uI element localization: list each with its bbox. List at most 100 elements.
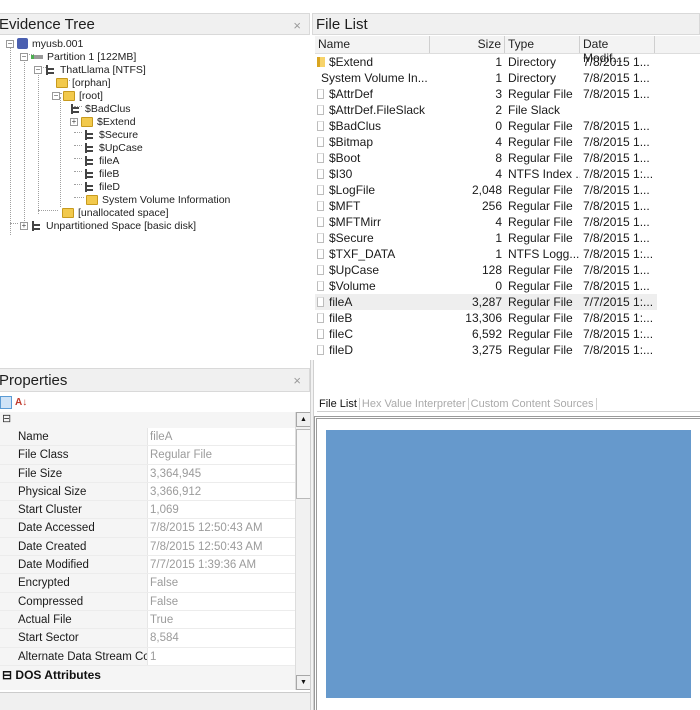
tree-node[interactable]: + $Extend: [70, 115, 136, 128]
tree-node[interactable]: [unallocated space]: [62, 206, 168, 219]
property-row[interactable]: Physical Size 3,366,912: [0, 482, 296, 502]
file-list-row[interactable]: $Extend 1 Directory 7/8/2015 1...: [315, 54, 700, 70]
folder-icon: [63, 90, 75, 101]
property-row[interactable]: File Class Regular File: [0, 446, 296, 465]
close-icon[interactable]: ×: [293, 18, 301, 33]
column-header-type[interactable]: Type: [505, 36, 580, 53]
file-size-cell: 0: [495, 279, 502, 293]
property-key: Physical Size: [0, 482, 148, 501]
property-row[interactable]: Actual File True: [0, 610, 296, 630]
file-list-row[interactable]: $TXF_DATA 1 NTFS Logg... 7/8/2015 1:...: [315, 246, 700, 262]
file-list-row[interactable]: fileA 3,287 Regular File 7/7/2015 1:...: [315, 294, 657, 310]
dos-expander-icon[interactable]: ⊟: [2, 668, 12, 682]
property-value: 7/8/2015 12:50:43 AM: [148, 519, 296, 537]
tree-node-label: System Volume Information: [102, 193, 231, 206]
file-name: $Secure: [329, 231, 374, 245]
tree-node[interactable]: $Secure: [84, 128, 138, 141]
close-icon[interactable]: ×: [293, 373, 301, 388]
file-list-row[interactable]: $AttrDef 3 Regular File 7/8/2015 1...: [315, 86, 700, 102]
file-size-cell: 256: [481, 199, 502, 213]
file-name-cell: fileC: [315, 326, 430, 342]
tree-node[interactable]: fileA: [84, 154, 119, 167]
file-name: $MFT: [329, 199, 361, 213]
tab-custom-content-sources[interactable]: Custom Content Sources: [469, 397, 597, 410]
property-row[interactable]: Compressed False: [0, 592, 296, 611]
expand-icon[interactable]: +: [20, 221, 28, 230]
preview-image: [326, 430, 691, 698]
tree-node[interactable]: [orphan]: [56, 76, 111, 89]
property-row[interactable]: Start Sector 8,584: [0, 629, 296, 648]
tree-node-label: myusb.001: [32, 37, 84, 50]
collapse-icon[interactable]: −: [52, 91, 60, 100]
file-list-row[interactable]: System Volume In... 1 Directory 7/8/2015 1.…: [315, 70, 700, 86]
sort-az-icon[interactable]: A↓: [15, 397, 27, 408]
scroll-down-button[interactable]: ▼: [296, 675, 311, 690]
tree-node[interactable]: fileB: [84, 167, 119, 180]
column-header-date-modified[interactable]: Date Modif...: [580, 36, 655, 65]
file-name-cell: $MFTMirr: [315, 214, 430, 230]
property-row[interactable]: Alternate Data Stream Co 1: [0, 647, 296, 666]
property-value: Regular File: [148, 446, 296, 464]
property-key: Start Cluster: [0, 501, 148, 519]
property-row[interactable]: Start Cluster 1,069: [0, 501, 296, 520]
property-row[interactable]: Date Created 7/8/2015 12:50:43 AM: [0, 537, 296, 557]
collapse-icon[interactable]: −: [34, 65, 42, 74]
file-date-cell: 7/8/2015 1...: [583, 183, 650, 197]
file-date-cell: 7/8/2015 1...: [583, 151, 650, 165]
file-size-cell: 0: [495, 119, 502, 133]
folder-icon: [62, 207, 74, 218]
file-name: fileC: [329, 327, 354, 341]
file-list-row[interactable]: $MFTMirr 4 Regular File 7/8/2015 1...: [315, 214, 700, 230]
tree-node[interactable]: + Unpartitioned Space [basic disk]: [20, 219, 196, 232]
property-row[interactable]: Date Accessed 7/8/2015 12:50:43 AM: [0, 519, 296, 538]
properties-bottom-strip: [0, 692, 311, 710]
file-name: $AttrDef: [329, 87, 374, 101]
dos-attributes-category[interactable]: ⊟ DOS Attributes: [0, 665, 296, 684]
categorized-icon[interactable]: [0, 395, 12, 409]
properties-toolbar: A↓: [0, 393, 310, 411]
property-row[interactable]: Date Modified 7/7/2015 1:39:36 AM: [0, 556, 296, 575]
column-header-size[interactable]: Size: [430, 36, 505, 53]
tab-hex-value-interpreter[interactable]: Hex Value Interpreter: [360, 397, 469, 410]
file-list-row[interactable]: $Boot 8 Regular File 7/8/2015 1...: [315, 150, 700, 166]
collapse-icon[interactable]: −: [20, 52, 28, 61]
file-name-cell: $Bitmap: [315, 134, 430, 150]
tree-node[interactable]: − Partition 1 [122MB]: [20, 50, 136, 63]
collapse-icon[interactable]: −: [6, 39, 14, 48]
property-key: Alternate Data Stream Co: [0, 647, 148, 665]
property-row[interactable]: File Size 3,364,945: [0, 464, 296, 483]
file-date-cell: 7/8/2015 1...: [583, 279, 650, 293]
scroll-thumb[interactable]: [296, 429, 311, 499]
file-list-row[interactable]: $Bitmap 4 Regular File 7/8/2015 1...: [315, 134, 700, 150]
tab-file-list[interactable]: File List: [317, 397, 360, 410]
column-header-name[interactable]: Name: [315, 36, 430, 53]
file-list-row[interactable]: fileD 3,275 Regular File 7/8/2015 1:...: [315, 342, 700, 358]
file-list-row[interactable]: $UpCase 128 Regular File 7/8/2015 1...: [315, 262, 700, 278]
tree-node[interactable]: − ThatLlama [NTFS]: [34, 63, 146, 76]
tree-node[interactable]: $UpCase: [84, 141, 143, 154]
file-size-cell: 1: [495, 71, 502, 85]
tree-node[interactable]: $BadClus: [70, 102, 131, 115]
property-row[interactable]: Name fileA: [0, 428, 296, 447]
file-list-row[interactable]: $AttrDef.FileSlack 2 File Slack: [315, 102, 700, 118]
tree-node[interactable]: − [root]: [52, 89, 103, 102]
tree-node[interactable]: − myusb.001: [6, 37, 83, 50]
file-list-row[interactable]: fileB 13,306 Regular File 7/8/2015 1:...: [315, 310, 700, 326]
expand-icon[interactable]: +: [70, 117, 78, 126]
tree-node[interactable]: System Volume Information: [86, 193, 230, 206]
category-expander[interactable]: ⊟: [0, 412, 296, 428]
file-list-row[interactable]: $Volume 0 Regular File 7/8/2015 1...: [315, 278, 700, 294]
property-value: 3,364,945: [148, 464, 296, 482]
scroll-up-button[interactable]: ▲: [296, 412, 311, 427]
properties-scrollbar[interactable]: ▲ ▼: [295, 412, 311, 690]
tree-node[interactable]: fileD: [84, 180, 120, 193]
property-row[interactable]: Encrypted False: [0, 574, 296, 593]
file-list-row[interactable]: fileC 6,592 Regular File 7/8/2015 1:...: [315, 326, 700, 342]
file-type-cell: Regular File: [508, 183, 573, 197]
file-list-row[interactable]: $BadClus 0 Regular File 7/8/2015 1...: [315, 118, 700, 134]
file-list-row[interactable]: $LogFile 2,048 Regular File 7/8/2015 1...: [315, 182, 700, 198]
file-list-row[interactable]: $Secure 1 Regular File 7/8/2015 1...: [315, 230, 700, 246]
file-list-row[interactable]: $MFT 256 Regular File 7/8/2015 1...: [315, 198, 700, 214]
file-list-row[interactable]: $I30 4 NTFS Index ... 7/8/2015 1:...: [315, 166, 700, 182]
tree-connector-line: [10, 223, 18, 224]
